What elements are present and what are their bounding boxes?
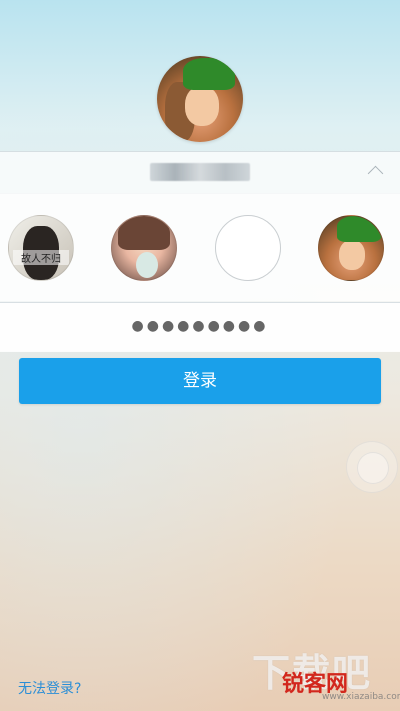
password-mask: ●●●●●●●●●: [131, 318, 269, 334]
saved-account-avatar[interactable]: [318, 215, 384, 281]
avatar-cap: [183, 58, 235, 90]
avatar-cap: [337, 216, 381, 242]
current-user-avatar[interactable]: [157, 56, 243, 142]
chevron-up-icon[interactable]: [367, 165, 384, 182]
avatar-hair: [118, 216, 170, 250]
watermark: 下载吧 锐客网 www.xiazaiba.com: [252, 642, 400, 708]
saved-account-avatar[interactable]: 故人不归: [8, 215, 74, 281]
saved-account-avatar-empty[interactable]: [215, 215, 281, 281]
assistive-touch-button[interactable]: [346, 441, 398, 493]
password-field[interactable]: ●●●●●●●●●: [0, 302, 400, 352]
account-name-blurred: [150, 163, 250, 181]
login-panel: 故人不归 ●●●●●●●●●: [0, 151, 400, 352]
saved-accounts-list: 故人不归: [0, 193, 400, 301]
assistive-touch-inner: [357, 452, 389, 484]
account-selector[interactable]: [0, 151, 400, 194]
avatar-face: [185, 86, 219, 126]
login-button[interactable]: 登录: [19, 358, 381, 404]
cant-login-link[interactable]: 无法登录?: [18, 678, 81, 698]
watermark-url: www.xiazaiba.com: [322, 692, 400, 702]
avatar-overlay-text: 故人不归: [13, 250, 69, 265]
avatar-face: [339, 240, 365, 270]
saved-account-avatar[interactable]: [111, 215, 177, 281]
avatar-icecream: [136, 252, 158, 278]
